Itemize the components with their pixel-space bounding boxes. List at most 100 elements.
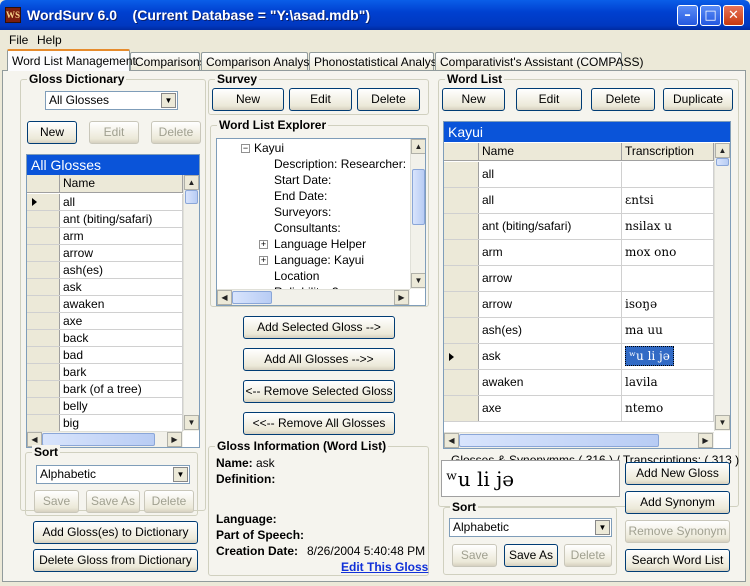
remove-selected-gloss-button[interactable]: <-- Remove Selected Gloss — [243, 380, 395, 403]
row-selector[interactable] — [27, 347, 60, 363]
chevron-down-icon[interactable]: ▼ — [161, 93, 176, 108]
chevron-down-icon[interactable]: ▼ — [595, 520, 610, 535]
transcription-cell[interactable] — [622, 266, 714, 291]
menu-file[interactable]: File — [9, 33, 28, 47]
table-row[interactable]: all — [444, 162, 714, 188]
table-row[interactable]: back — [27, 330, 183, 347]
close-icon[interactable]: ✕ — [723, 5, 744, 26]
name-column-header[interactable]: Name — [479, 143, 622, 161]
tree-vscrollbar[interactable]: ▲ ▼ — [410, 139, 425, 289]
transcription-cell[interactable]: lavila — [622, 370, 714, 395]
gloss-delete-button[interactable]: Delete — [151, 121, 201, 144]
transcription-column-header[interactable]: Transcription — [622, 143, 714, 161]
table-row[interactable]: belly — [27, 398, 183, 415]
table-row[interactable]: arm — [27, 228, 183, 245]
wordlist-new-button[interactable]: New — [442, 88, 505, 111]
row-selector[interactable] — [27, 296, 60, 312]
gloss-sort-select[interactable]: Alphabetic ▼ — [36, 465, 190, 484]
table-row[interactable]: ask ʷu li jə — [444, 344, 714, 370]
word-list-sort-delete-button[interactable]: Delete — [564, 544, 612, 567]
gloss-sort-save-button[interactable]: Save — [34, 490, 79, 513]
add-to-dictionary-button[interactable]: Add Gloss(es) to Dictionary — [33, 521, 198, 544]
scroll-right-icon[interactable]: ▶ — [394, 290, 409, 305]
scroll-right-icon[interactable]: ▶ — [698, 433, 713, 448]
tree-item[interactable]: End Date: — [274, 189, 327, 203]
table-row[interactable]: big — [27, 415, 183, 432]
scroll-thumb[interactable] — [412, 169, 425, 225]
table-row[interactable]: axe ntemo — [444, 396, 714, 422]
tree-item[interactable]: Language: Kayui — [274, 253, 364, 267]
gloss-edit-button[interactable]: Edit — [89, 121, 139, 144]
add-selected-gloss-button[interactable]: Add Selected Gloss --> — [243, 316, 395, 339]
table-row[interactable]: arrow — [27, 245, 183, 262]
gloss-column-header[interactable]: Name — [60, 175, 183, 193]
transcription-cell[interactable]: isoŋə — [622, 292, 714, 317]
chevron-down-icon[interactable]: ▼ — [173, 467, 188, 482]
survey-new-button[interactable]: New — [212, 88, 284, 111]
table-row[interactable]: ash(es) ma uu — [444, 318, 714, 344]
transcription-cell[interactable]: ɛntsi — [622, 188, 714, 213]
wordlist-duplicate-button[interactable]: Duplicate — [663, 88, 733, 111]
title-bar[interactable]: WS WordSurv 6.0 (Current Database = "Y:\… — [0, 0, 750, 30]
tree-item[interactable]: Location — [274, 269, 319, 283]
table-row[interactable]: ant (biting/safari) nsilax u — [444, 214, 714, 240]
row-selector[interactable] — [444, 266, 479, 291]
survey-delete-button[interactable]: Delete — [357, 88, 420, 111]
row-selector[interactable] — [27, 211, 60, 227]
expand-icon[interactable]: + — [259, 240, 268, 249]
transcription-cell[interactable] — [622, 162, 714, 187]
table-row[interactable]: bark — [27, 364, 183, 381]
tab-phonostatistical-analysis[interactable]: Phonostatistical Analysis — [309, 52, 445, 70]
table-row[interactable]: bad — [27, 347, 183, 364]
scroll-thumb[interactable] — [232, 291, 272, 304]
tree-item[interactable]: Start Date: — [274, 173, 331, 187]
gloss-sort-delete-button[interactable]: Delete — [144, 490, 194, 513]
tab-compass[interactable]: Comparativist's Assistant (COMPASS) — [435, 52, 643, 70]
tree-item[interactable]: Description: Researcher: Pe — [274, 157, 424, 171]
row-selector[interactable] — [444, 396, 479, 421]
survey-edit-button[interactable]: Edit — [289, 88, 352, 111]
remove-all-glosses-button[interactable]: <<-- Remove All Glosses — [243, 412, 395, 435]
row-selector[interactable] — [444, 188, 479, 213]
row-selector[interactable] — [27, 245, 60, 261]
word-list-sort-save-button[interactable]: Save — [452, 544, 497, 567]
scroll-down-icon[interactable]: ▼ — [715, 415, 730, 430]
row-selector[interactable] — [444, 344, 479, 369]
row-selector[interactable] — [27, 228, 60, 244]
scroll-right-icon[interactable]: ▶ — [167, 432, 182, 447]
row-selector[interactable] — [27, 313, 60, 329]
gloss-new-button[interactable]: New — [27, 121, 77, 144]
row-selector[interactable] — [27, 194, 60, 210]
minimize-icon[interactable]: – — [677, 5, 698, 26]
row-selector[interactable] — [27, 398, 60, 414]
row-selector[interactable] — [27, 415, 60, 431]
maximize-icon[interactable]: □ — [700, 5, 721, 26]
collapse-icon[interactable]: − — [241, 144, 250, 153]
table-row[interactable]: axe — [27, 313, 183, 330]
add-new-gloss-button[interactable]: Add New Gloss — [625, 462, 730, 485]
row-selector[interactable] — [27, 262, 60, 278]
table-row[interactable]: awaken — [27, 296, 183, 313]
table-row[interactable]: arrow — [444, 266, 714, 292]
word-list-sort-saveas-button[interactable]: Save As — [504, 544, 558, 567]
tab-comparison-analysis[interactable]: Comparison Analysis — [201, 52, 318, 70]
transcription-cell[interactable]: nsilax u — [622, 214, 714, 239]
transcription-cell[interactable]: mox ono — [622, 240, 714, 265]
row-selector[interactable] — [444, 214, 479, 239]
scroll-left-icon[interactable]: ◀ — [217, 290, 232, 305]
tree-item[interactable]: Consultants: — [274, 221, 341, 235]
gloss-sort-saveas-button[interactable]: Save As — [86, 490, 140, 513]
table-row[interactable]: awaken lavila — [444, 370, 714, 396]
table-row[interactable]: all ɛntsi — [444, 188, 714, 214]
tree-root-kayui[interactable]: Kayui — [254, 141, 284, 155]
tree-item[interactable]: Surveyors: — [274, 205, 331, 219]
remove-synonym-button[interactable]: Remove Synonym — [625, 520, 730, 543]
table-row[interactable]: arrow isoŋə — [444, 292, 714, 318]
gloss-filter-select[interactable]: All Glosses ▼ — [45, 91, 178, 110]
scroll-up-icon[interactable]: ▲ — [184, 175, 199, 190]
table-row[interactable]: ant (biting/safari) — [27, 211, 183, 228]
scroll-thumb[interactable] — [459, 434, 659, 447]
expand-icon[interactable]: + — [259, 256, 268, 265]
word-list-vscrollbar[interactable]: ▲ ▼ — [714, 143, 730, 431]
scroll-thumb[interactable] — [716, 158, 729, 166]
